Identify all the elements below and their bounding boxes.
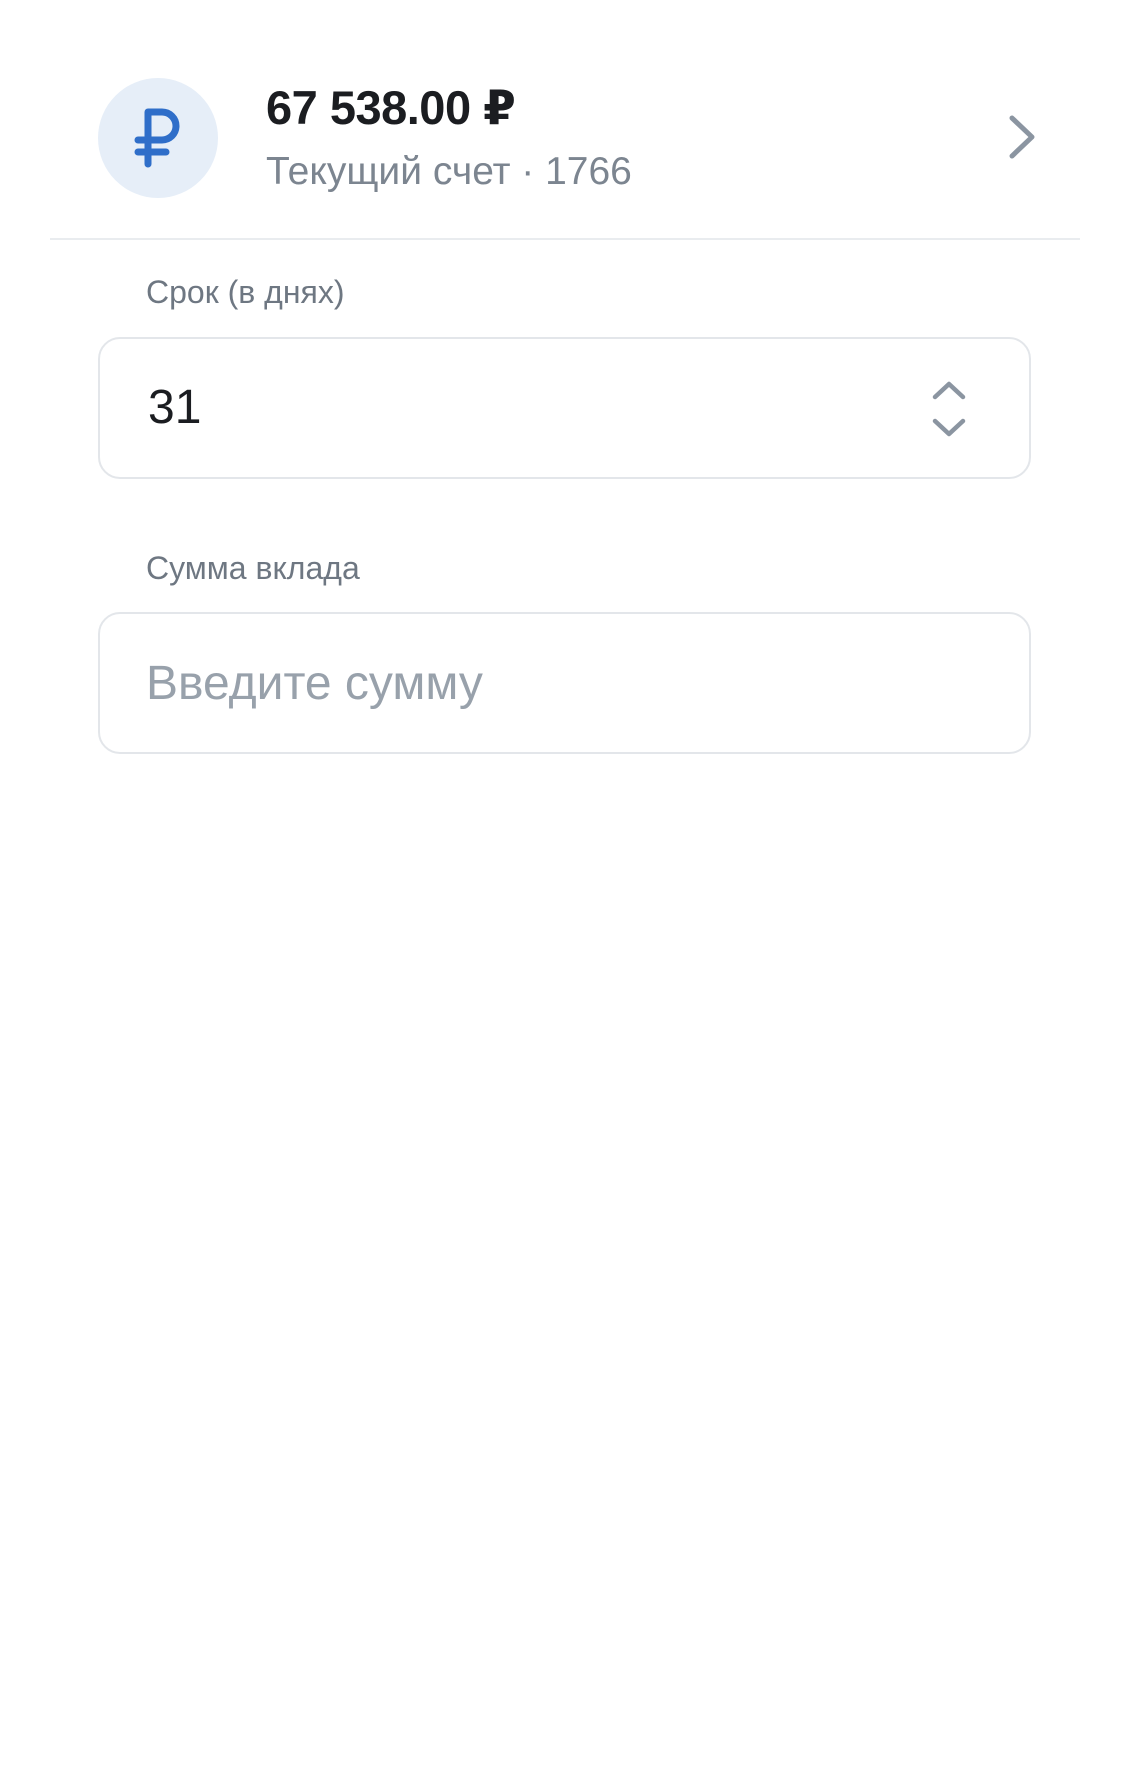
- currency-avatar: [98, 78, 218, 198]
- term-value[interactable]: 31: [148, 339, 201, 477]
- chevron-right-icon[interactable]: [1002, 112, 1042, 162]
- account-balance: 67 538.00 ₽: [266, 81, 516, 134]
- amount-input[interactable]: [146, 614, 966, 752]
- chevron-up-down-icon[interactable]: [929, 379, 969, 439]
- amount-label: Сумма вклада: [146, 550, 360, 586]
- account-name: Текущий счет · 1766: [266, 150, 632, 193]
- term-field[interactable]: 31: [98, 337, 1031, 479]
- term-label: Срок (в днях): [146, 274, 345, 310]
- amount-field[interactable]: [98, 612, 1031, 754]
- account-selector[interactable]: 67 538.00 ₽ Текущий счет · 1766: [50, 60, 1080, 240]
- ruble-icon: [134, 108, 180, 168]
- term-stepper[interactable]: [929, 379, 969, 439]
